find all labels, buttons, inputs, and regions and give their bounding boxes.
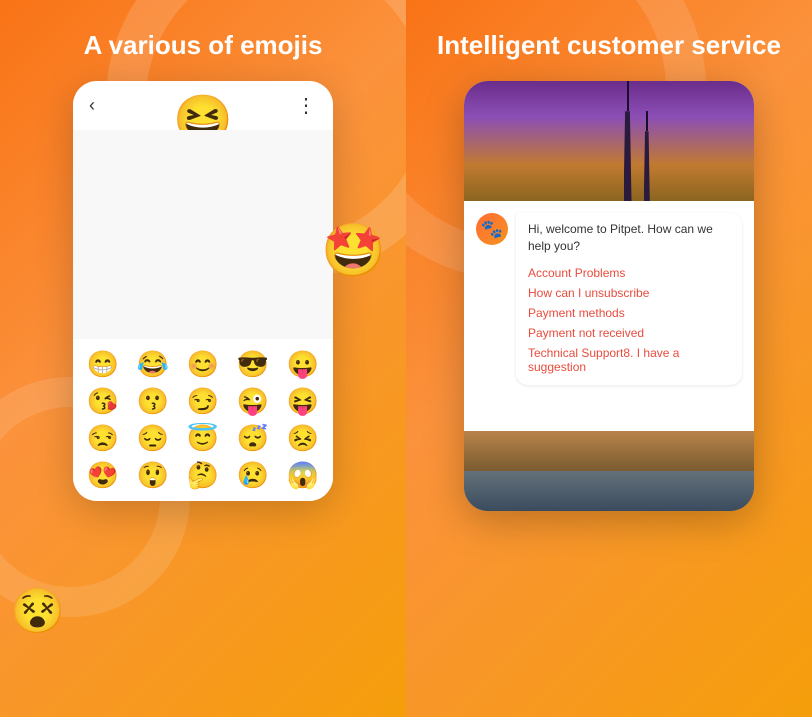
water-reflection [464,471,754,511]
bot-avatar: 🐾 [476,213,508,245]
tower-antenna-1 [627,81,629,111]
emoji-15[interactable]: 😣 [281,423,325,454]
emoji-6[interactable]: 😘 [81,386,125,417]
emoji-7[interactable]: 😗 [131,386,175,417]
chat-option-2[interactable]: How can I unsubscribe [528,283,730,303]
chat-option-4[interactable]: Payment not received [528,323,730,343]
chat-option-5[interactable]: Technical Support8. I have a suggestion [528,343,730,377]
phone-content: 😁 😂 😊 😎 😛 😘 😗 😏 😜 😝 😒 😔 😇 😴 😣 😍 😲 🤔 😢 [73,130,333,501]
tower-antenna-2 [646,111,648,131]
emoji-20[interactable]: 😱 [281,460,325,491]
floating-emoji-1: 🤩 [321,220,386,281]
city-image-bottom [464,431,754,511]
phone-header: ‹ 😆 ⋮ [73,81,333,130]
emoji-12[interactable]: 😔 [131,423,175,454]
emoji-4[interactable]: 😎 [231,349,275,380]
phone-mockup-left: ‹ 😆 ⋮ 😁 😂 😊 😎 😛 😘 😗 😏 😜 😝 😒 😔 😇 😴 😣 [73,81,333,501]
emoji-10[interactable]: 😝 [281,386,325,417]
chat-bubble: Hi, welcome to Pitpet. How can we help y… [516,213,742,385]
left-panel: A various of emojis ‹ 😆 ⋮ 😁 😂 😊 😎 😛 😘 😗 … [0,0,406,717]
right-title: Intelligent customer service [437,30,781,61]
emoji-13[interactable]: 😇 [181,423,225,454]
tower-1 [624,111,632,201]
bot-avatar-icon: 🐾 [481,219,503,240]
emoji-19[interactable]: 😢 [231,460,275,491]
chat-welcome-text: Hi, welcome to Pitpet. How can we help y… [528,221,730,255]
left-title: A various of emojis [84,30,323,61]
emoji-5[interactable]: 😛 [281,349,325,380]
emoji-3[interactable]: 😊 [181,349,225,380]
emoji-11[interactable]: 😒 [81,423,125,454]
emoji-9[interactable]: 😜 [231,386,275,417]
city-image-top [464,81,754,201]
cs-phone-mockup: 🐾 Hi, welcome to Pitpet. How can we help… [464,81,754,511]
emoji-grid: 😁 😂 😊 😎 😛 😘 😗 😏 😜 😝 😒 😔 😇 😴 😣 😍 😲 🤔 😢 [73,339,333,501]
emoji-2[interactable]: 😂 [131,349,175,380]
emoji-1[interactable]: 😁 [81,349,125,380]
emoji-8[interactable]: 😏 [181,386,225,417]
chat-option-1[interactable]: Account Problems [528,263,730,283]
floating-emoji-2: 😵 [10,585,65,637]
right-panel: Intelligent customer service 🐾 Hi, welco… [406,0,812,717]
emoji-16[interactable]: 😍 [81,460,125,491]
tower-2 [644,131,650,201]
menu-icon[interactable]: ⋮ [296,93,317,118]
chat-message-row: 🐾 Hi, welcome to Pitpet. How can we help… [464,201,754,393]
back-icon[interactable]: ‹ [89,95,95,116]
chat-area: 🐾 Hi, welcome to Pitpet. How can we help… [464,201,754,431]
emoji-14[interactable]: 😴 [231,423,275,454]
emoji-18[interactable]: 🤔 [181,460,225,491]
emoji-17[interactable]: 😲 [131,460,175,491]
chat-option-3[interactable]: Payment methods [528,303,730,323]
